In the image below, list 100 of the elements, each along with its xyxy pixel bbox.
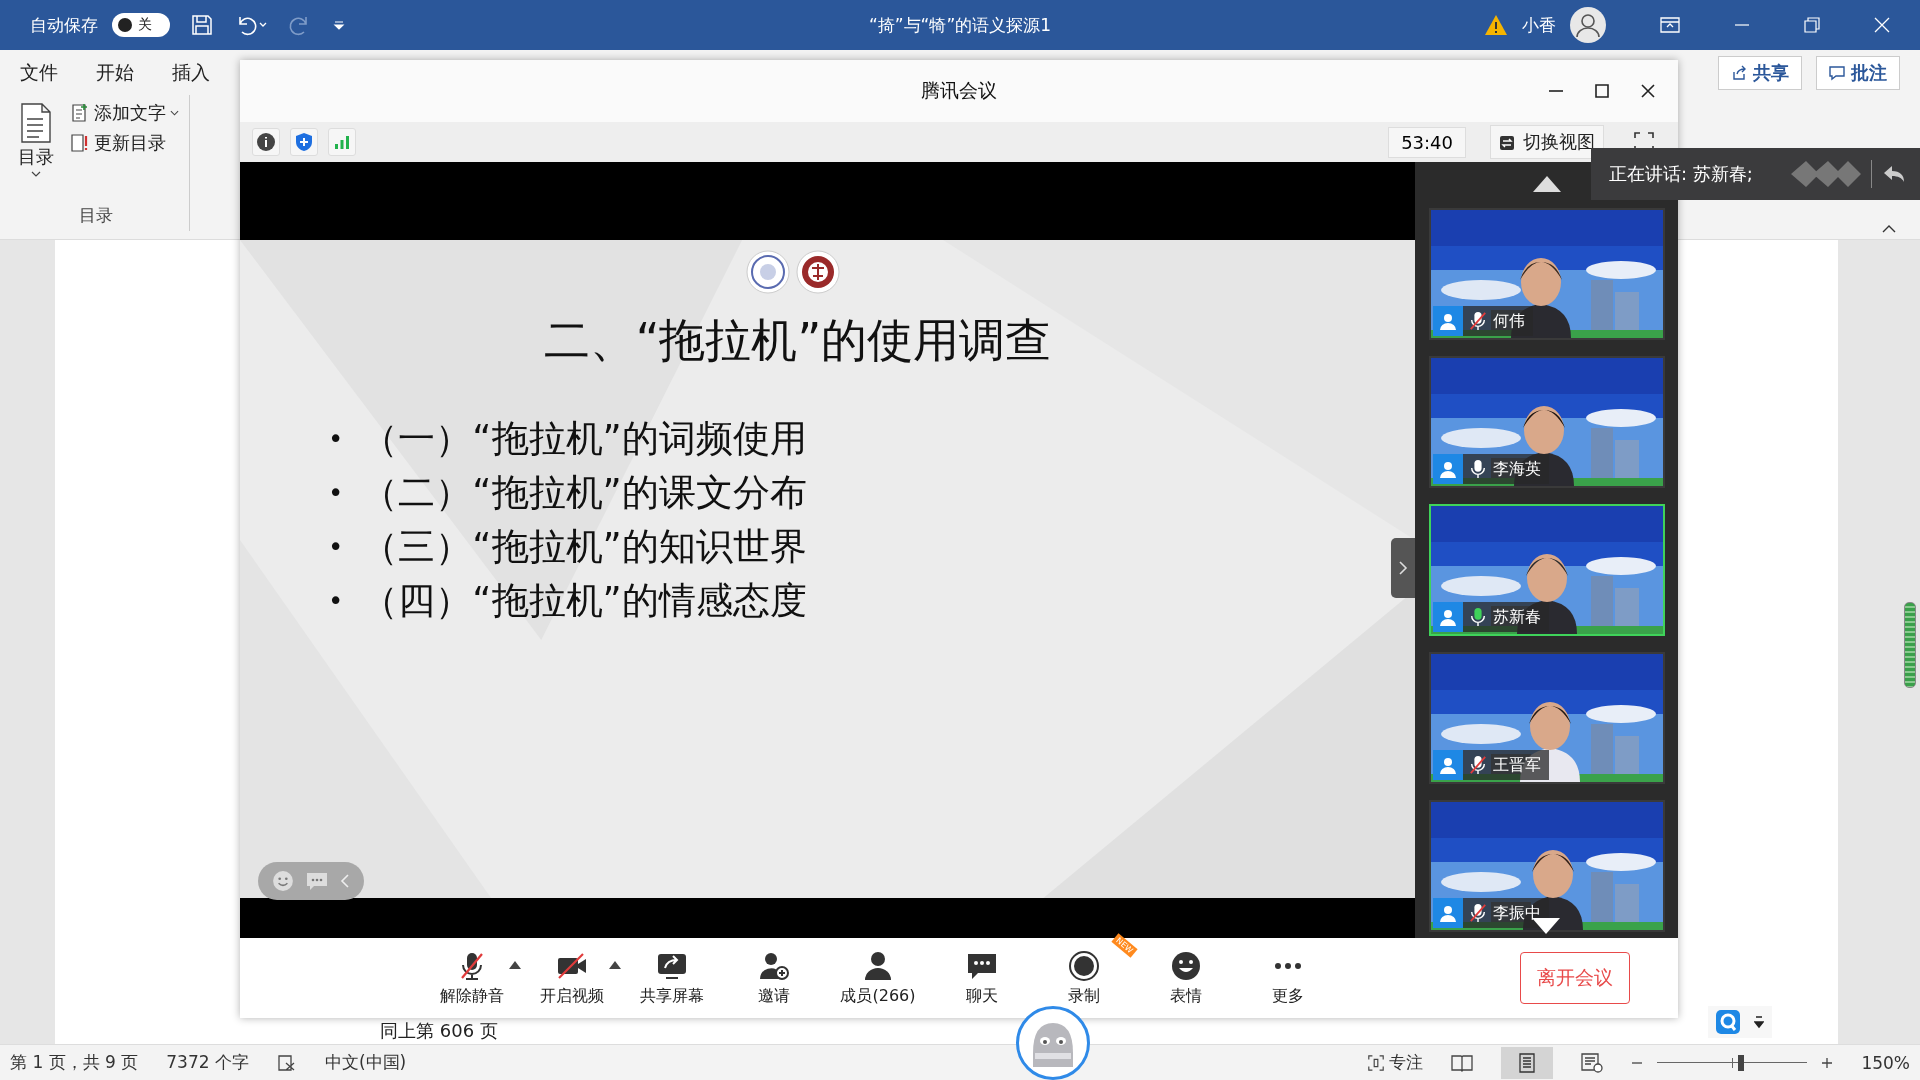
video-tile[interactable]: 苏新春 [1428,504,1665,636]
video-tile[interactable]: 李振中 [1428,800,1665,932]
word-count[interactable]: 7372 个字 [166,1051,249,1074]
focus-button[interactable]: 专注 [1367,1051,1424,1074]
save-icon[interactable] [190,13,214,37]
record-icon [1067,949,1100,982]
update-toc-button[interactable]: 更新目录 [70,131,179,155]
document-icon [20,103,52,143]
emblem-icon [795,250,840,294]
comment-button[interactable]: 批注 [1816,55,1900,90]
toc-button[interactable]: 目录 [12,95,60,185]
page-count[interactable]: 第 1 页，共 9 页 [10,1051,139,1074]
info-button[interactable] [252,128,280,156]
close-icon[interactable] [1640,83,1656,99]
toolbar-button[interactable]: 开启视频 [536,949,609,1007]
emblem-icon [745,250,790,294]
update-document-icon [70,133,90,153]
caret-icon[interactable] [609,961,622,969]
zoom-in-icon[interactable] [1821,1056,1834,1069]
video-tile[interactable]: 王晋军 [1428,652,1665,784]
share-button[interactable]: 共享 [1718,55,1802,90]
ribbon-tab[interactable]: 插入 [172,59,210,86]
meeting-timer: 53:40 [1388,126,1466,158]
reply-icon[interactable] [1882,164,1906,184]
toolbar-button[interactable]: 成员(266) [840,949,916,1007]
page-icon [1519,1052,1536,1073]
blurred-shape-icon [1791,159,1861,189]
document-title: “掎”与“犄”的语义探源1 [869,13,1051,37]
toolbar-button[interactable]: 邀请 [738,949,811,1007]
participant-name: 何伟 [1492,310,1525,332]
chat-icon[interactable] [306,871,328,891]
scroll-up-icon[interactable] [1532,176,1561,192]
read-mode-icon[interactable] [1451,1053,1474,1072]
customize-icon[interactable] [332,18,346,32]
emoji-icon[interactable] [272,870,294,892]
caret-icon [170,110,179,116]
toolbar-button[interactable]: 聊天 [945,949,1018,1007]
user-name[interactable]: 小香 [1522,13,1556,37]
document-text: 同上第 606 页 [380,1021,498,1041]
scroll-down-icon[interactable] [1532,918,1560,934]
participant-name: 苏新春 [1492,606,1541,628]
person-icon [862,949,894,982]
web-layout-icon[interactable] [1581,1052,1604,1073]
toolbar-button[interactable]: 共享屏幕 [636,949,709,1007]
add-text-button[interactable]: 添加文字 [70,101,179,125]
collapse-ribbon-icon[interactable] [1882,225,1896,233]
ribbon-tab[interactable]: 文件 [20,59,58,86]
bullet-item: （三）“拖拉机”的知识世界 [361,524,807,570]
participant-name: 李海英 [1492,458,1541,480]
comment-icon [1829,64,1845,81]
caret-icon[interactable] [509,961,522,969]
security-button[interactable] [290,128,318,156]
maximize-icon[interactable] [1594,83,1610,99]
ribbon-tab[interactable]: 开始 [96,59,134,86]
bullet-item: （四）“拖拉机”的情感态度 [361,578,807,624]
video-tile[interactable]: 李海英 [1428,356,1665,488]
participant-name: 李振中 [1492,902,1541,924]
app-icon[interactable] [1716,1010,1740,1034]
bullet-mark: • [328,531,344,564]
switch-icon [1499,133,1517,151]
group-label: 目录 [77,204,114,227]
network-button[interactable] [328,128,356,156]
caret-icon [31,171,41,177]
warning-icon[interactable] [1484,14,1508,36]
toolbar-button[interactable]: 更多 [1251,949,1324,1007]
window-title: 腾讯会议 [921,78,997,103]
participant-name: 王晋军 [1492,754,1541,776]
language-status[interactable]: 中文(中国) [324,1051,407,1074]
speaker-text: 正在讲话: 苏新春; [1609,162,1753,186]
add-text-icon [70,103,90,123]
share-icon [1731,64,1747,81]
video-tile[interactable]: 何伟 [1428,208,1665,340]
scrollbar-thumb[interactable] [1904,602,1916,688]
autosave-toggle[interactable]: 关 [112,13,170,37]
avatar-icon[interactable] [1570,7,1606,43]
smiley-icon [1169,949,1202,982]
switch-view-button[interactable]: 切换视图 [1490,125,1604,159]
info-icon [256,132,276,152]
expand-panel-button[interactable] [1391,538,1415,598]
bullet-mark: • [328,477,344,510]
slide-title: 二、“拖拉机”的使用调查 [543,312,1052,369]
restore-icon[interactable] [1804,17,1820,33]
dropdown-icon[interactable] [1754,1015,1764,1029]
toolbar-button[interactable]: 解除静音 [436,949,509,1007]
bullet-item: （二）“拖拉机”的课文分布 [361,470,807,516]
leave-meeting-button[interactable]: 离开会议 [1520,952,1630,1004]
autosave-label: 自动保存 [30,13,98,37]
proofing-icon[interactable] [276,1053,297,1072]
zoom-slider[interactable] [1657,1054,1808,1071]
ribbon-display-icon[interactable] [1660,17,1680,33]
print-layout-button[interactable] [1501,1046,1554,1079]
more-icon [1273,961,1302,970]
bullet-item: （一）“拖拉机”的词频使用 [361,416,807,462]
chevron-icon [1398,560,1408,576]
bullet-mark: • [328,585,344,618]
bullet-mark: • [328,423,344,456]
zoom-level[interactable]: 150% [1861,1052,1910,1073]
shield-icon [294,132,314,152]
focus-icon [1367,1053,1386,1072]
toolbar-button[interactable]: 表情 [1149,949,1222,1007]
